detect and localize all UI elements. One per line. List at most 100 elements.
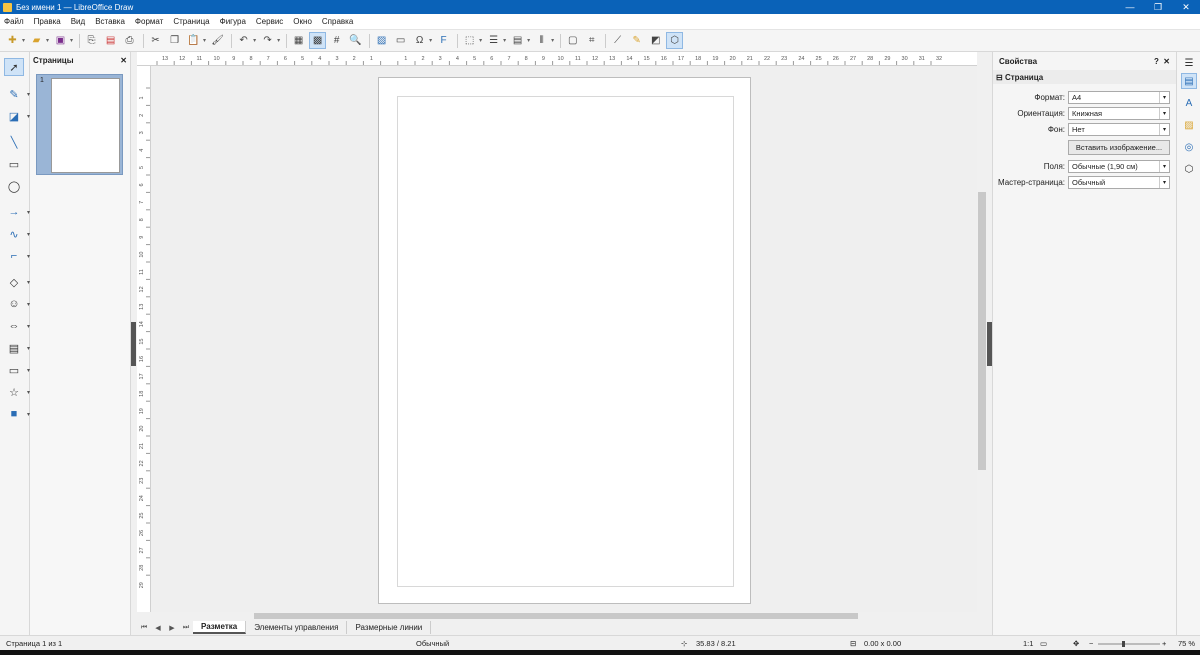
shapes-deck-icon[interactable]: ⬡ <box>1181 161 1197 177</box>
arrange-icon[interactable]: ▤ <box>509 32 526 49</box>
symbol-shapes-icon[interactable]: ☺ ▾ <box>4 295 30 313</box>
glue-points-icon[interactable]: ✎ <box>628 32 645 49</box>
horizontal-scroll-thumb[interactable] <box>254 613 858 619</box>
connector-icon[interactable]: ⌐ ▾ <box>4 247 30 265</box>
next-tab-icon[interactable]: ▶ <box>165 624 179 632</box>
pages-panel-close-icon[interactable]: ✕ <box>120 56 127 65</box>
orientation-select[interactable]: Книжная ▾ <box>1068 106 1170 120</box>
select-icon[interactable]: ➚ <box>4 58 24 76</box>
clone-formatting-icon[interactable]: 🖌 <box>209 32 226 49</box>
open-icon[interactable]: ▰ <box>28 32 45 49</box>
insert-image-button[interactable]: Вставить изображение... <box>1068 139 1170 155</box>
ellipse-icon[interactable]: ◯ <box>4 177 24 195</box>
paste-icon[interactable]: 📋 <box>185 32 202 49</box>
undo-icon[interactable]: ↶ <box>235 32 252 49</box>
menu-window[interactable]: Окно <box>293 17 312 26</box>
left-panel-splitter[interactable] <box>131 322 136 366</box>
shapes-icon[interactable]: ⬡ <box>666 32 684 49</box>
shadow-icon[interactable]: ▢ <box>564 32 581 49</box>
special-character-icon[interactable]: Ω <box>411 32 428 49</box>
format-select[interactable]: A4 ▾ <box>1068 90 1170 104</box>
menu-tools[interactable]: Сервис <box>256 17 283 26</box>
print-icon[interactable]: ⎙ <box>121 32 138 49</box>
background-select[interactable]: Нет ▾ <box>1068 122 1170 136</box>
distribute-icon[interactable]: ⫴ <box>533 32 550 49</box>
gallery-deck-icon[interactable]: ▨ <box>1181 117 1197 133</box>
copy-icon[interactable]: ❐ <box>166 32 183 49</box>
grid-icon[interactable]: ▦ <box>290 32 307 49</box>
menu-shape[interactable]: Фигура <box>220 17 246 26</box>
last-tab-icon[interactable]: ⏭ <box>179 624 193 632</box>
tab-layout[interactable]: Разметка <box>193 621 247 634</box>
fontwork-icon[interactable]: F <box>435 32 452 49</box>
crop-icon[interactable]: ⌗ <box>583 32 600 49</box>
standard-toolbar: ✚ ▾ ▰ ▾ ▣ ▾ ⎘ ▤ ⎙ ✂ ❐ 📋 ▾ 🖌 ↶ ▾ ↷ ▾ ▦ ▩ # 🔍 ▨ … <box>0 30 1200 52</box>
properties-close-icon[interactable]: ✕ <box>1163 57 1170 66</box>
menu-icon[interactable]: ☰ <box>1181 55 1197 71</box>
align-icon[interactable]: ☰ <box>485 32 502 49</box>
zoom-status[interactable]: 75 % <box>1178 639 1195 648</box>
horizontal-scrollbar[interactable] <box>137 612 977 620</box>
snap-to-grid-icon[interactable]: ▩ <box>309 32 327 49</box>
rectangle-icon[interactable]: ▭ <box>4 155 24 173</box>
menu-edit[interactable]: Правка <box>34 17 61 26</box>
styles-deck-icon[interactable]: A <box>1181 95 1197 111</box>
zoom-in-icon[interactable]: + <box>1162 639 1166 648</box>
vertical-scroll-thumb[interactable] <box>978 192 986 470</box>
points-icon[interactable]: ⟋ <box>609 32 626 49</box>
stars-icon[interactable]: ☆ ▾ <box>4 383 30 401</box>
block-arrows-icon[interactable]: ⇔ ▾ <box>4 317 31 335</box>
tab-dimension-lines[interactable]: Размерные линии <box>347 621 432 634</box>
first-tab-icon[interactable]: ⏮ <box>137 624 151 632</box>
export-icon[interactable]: ⎘ <box>83 32 100 49</box>
minimize-button[interactable]: — <box>1116 0 1144 14</box>
basic-shapes-icon[interactable]: ◇ ▾ <box>4 273 30 291</box>
callouts-icon[interactable]: ▭ ▾ <box>4 361 30 379</box>
hruler-label: 2 <box>421 56 424 62</box>
fill-color-icon[interactable]: ◪ ▾ <box>4 107 30 125</box>
navigator-deck-icon[interactable]: ◎ <box>1181 139 1197 155</box>
margins-select[interactable]: Обычные (1,90 см) ▾ <box>1068 159 1170 173</box>
insert-image-icon[interactable]: ▨ <box>373 32 390 49</box>
lines-arrows-icon[interactable]: → ▾ <box>4 203 31 221</box>
transformations-icon[interactable]: ⬚ <box>461 32 478 49</box>
fit-page-icon[interactable]: ✥ <box>1073 639 1079 648</box>
menu-view[interactable]: Вид <box>71 17 85 26</box>
export-pdf-icon[interactable]: ▤ <box>102 32 119 49</box>
cut-icon[interactable]: ✂ <box>147 32 164 49</box>
page-thumbnail[interactable]: 1 <box>36 74 123 175</box>
prev-tab-icon[interactable]: ◀ <box>151 624 165 632</box>
curve-icon[interactable]: ∿ ▾ <box>4 225 30 243</box>
close-button[interactable]: ✕ <box>1172 0 1200 14</box>
line-color-icon[interactable]: ✎ ▾ <box>4 85 30 103</box>
insert-textbox-icon[interactable]: ▭ <box>392 32 409 49</box>
vruler-label: 25 <box>139 513 145 519</box>
toggle-extrusion-icon[interactable]: ◩ <box>647 32 664 49</box>
vertical-scrollbar[interactable] <box>977 52 987 612</box>
zoom-slider[interactable] <box>1098 641 1160 647</box>
menu-file[interactable]: Файл <box>4 17 24 26</box>
master-page-select[interactable]: Обычный ▾ <box>1068 175 1170 189</box>
new-icon[interactable]: ✚ <box>4 32 21 49</box>
line-icon[interactable]: ╲ <box>4 133 24 151</box>
save-icon[interactable]: ▣ <box>52 32 69 49</box>
redo-icon[interactable]: ↷ <box>259 32 276 49</box>
menu-format[interactable]: Формат <box>135 17 163 26</box>
flowchart-icon[interactable]: ▤ ▾ <box>4 339 30 357</box>
3d-objects-icon[interactable]: ■ ▾ <box>4 405 30 423</box>
menu-insert[interactable]: Вставка <box>95 17 125 26</box>
zoom-out-icon[interactable]: − <box>1089 639 1093 648</box>
menu-help[interactable]: Справка <box>322 17 353 26</box>
zoom-pan-icon[interactable]: 🔍 <box>347 32 364 49</box>
maximize-button[interactable]: ❐ <box>1144 0 1172 14</box>
tab-controls[interactable]: Элементы управления <box>246 621 348 634</box>
properties-deck-icon[interactable]: ▤ <box>1181 73 1197 89</box>
drawing-canvas[interactable] <box>151 66 977 612</box>
hruler-label: 15 <box>644 56 650 62</box>
menu-page[interactable]: Страница <box>173 17 209 26</box>
helplines-icon[interactable]: # <box>328 32 345 49</box>
help-icon[interactable]: ? <box>1154 57 1159 66</box>
chevron-down-icon: ▾ <box>1159 123 1169 135</box>
drawing-page[interactable] <box>378 77 751 604</box>
page-section-header[interactable]: ⊟ Страница <box>993 70 1176 84</box>
